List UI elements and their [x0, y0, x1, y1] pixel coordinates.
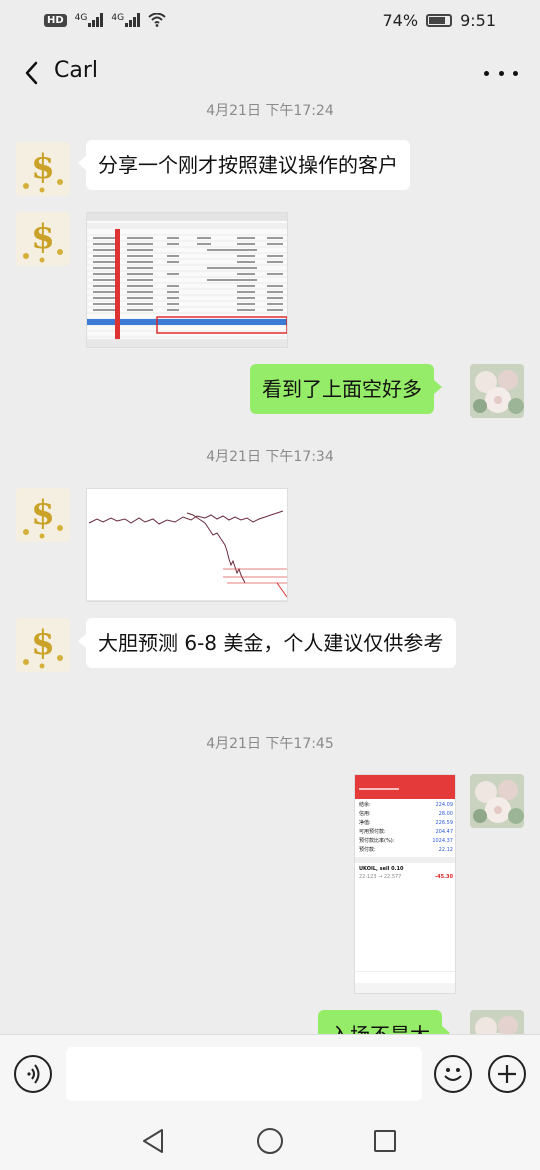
svg-text:$: $ [31, 493, 55, 533]
chat-timestamp: 4月21日 下午17:34 [206, 449, 334, 465]
wifi-icon [148, 13, 166, 27]
status-bar: HD 4G 4G 74% 9:51 [0, 0, 540, 40]
message-bubble-mine[interactable]: 看到了上面空好多 [250, 364, 442, 414]
plus-icon [498, 1065, 516, 1083]
image-message-trade-history[interactable] [86, 212, 288, 348]
svg-text:$: $ [31, 217, 55, 257]
battery-percent: 74% [382, 10, 419, 30]
account-row: 净值: 226.59 [359, 820, 453, 826]
hd-indicator: HD [44, 13, 67, 27]
section-divider [355, 857, 455, 863]
image-message-price-chart[interactable] [86, 488, 288, 602]
emoji-icon [444, 1068, 462, 1081]
mobile-nav-bar [355, 983, 455, 993]
chat-title: Carl [54, 58, 98, 83]
nav-back-icon[interactable] [140, 1127, 166, 1155]
chat-timestamp: 4月21日 下午17:24 [206, 103, 334, 119]
dollar-sign-avatar-icon: $ [16, 212, 70, 266]
signal-strength-icon-1: 4G [75, 13, 104, 27]
voice-input-button[interactable] [14, 1055, 52, 1093]
chat-header: Carl [0, 44, 540, 104]
nav-home-icon[interactable] [257, 1128, 283, 1154]
trade-history-thumbnail [87, 213, 287, 347]
battery-icon [426, 13, 453, 27]
message-bubble[interactable]: 大胆预测 6-8 美金，个人建议仅供参考 [78, 618, 456, 668]
more-features-button[interactable] [488, 1055, 526, 1093]
status-left: HD 4G 4G [44, 13, 166, 27]
emoji-button[interactable] [434, 1055, 472, 1093]
message-text: 看到了上面空好多 [262, 377, 422, 401]
dollar-sign-avatar-icon: $ [16, 488, 70, 542]
account-row: 信用: 28.00 [359, 811, 453, 817]
open-position: UKOIL, sell 0.10 22.123 → 22.577 -45.30 [359, 866, 453, 880]
system-nav-bar [0, 1112, 540, 1170]
dollar-sign-avatar-icon: $ [16, 142, 70, 196]
status-right: 74% 9:51 [383, 11, 497, 30]
svg-text:$: $ [31, 147, 55, 187]
clock: 9:51 [460, 10, 496, 30]
svg-text:$: $ [31, 623, 55, 663]
nav-recent-apps-icon[interactable] [374, 1130, 396, 1152]
contact-avatar[interactable]: $ [16, 488, 70, 542]
signal-strength-icon-2: 4G [111, 13, 141, 27]
image-message-mobile-account[interactable]: 结余: 224.09 信用: 28.00 净值: 226.59 可用预付款: 2… [354, 774, 456, 994]
contact-avatar[interactable]: $ [16, 142, 70, 196]
chat-timestamp: 4月21日 下午17:45 [206, 736, 334, 752]
voice-icon [27, 1064, 40, 1084]
account-row: 可用预付款: 204.47 [359, 829, 453, 835]
price-chart-thumbnail [87, 489, 287, 601]
account-row: 结余: 224.09 [359, 802, 453, 808]
message-input[interactable] [66, 1047, 422, 1101]
contact-avatar[interactable]: $ [16, 618, 70, 672]
account-summary: 结余: 224.09 信用: 28.00 净值: 226.59 可用预付款: 2… [359, 801, 453, 855]
message-text: 大胆预测 6-8 美金，个人建议仅供参考 [98, 631, 444, 655]
more-options-icon[interactable] [484, 60, 518, 86]
flower-avatar-icon [470, 364, 524, 418]
chat-input-bar [0, 1034, 540, 1112]
my-avatar[interactable] [470, 774, 524, 828]
account-row: 预付款: 22.12 [359, 847, 453, 853]
mobile-tab-bar [355, 971, 455, 981]
account-row: 预付款比率(%): 1024.37 [359, 838, 453, 844]
flower-avatar-icon [470, 774, 524, 828]
dollar-sign-avatar-icon: $ [16, 618, 70, 672]
contact-avatar[interactable]: $ [16, 212, 70, 266]
back-arrow-icon[interactable] [18, 58, 48, 88]
message-text: 分享一个刚才按照建议操作的客户 [98, 153, 398, 177]
message-bubble[interactable]: 分享一个刚才按照建议操作的客户 [78, 140, 410, 190]
mobile-app-header [355, 775, 455, 799]
my-avatar[interactable] [470, 364, 524, 418]
